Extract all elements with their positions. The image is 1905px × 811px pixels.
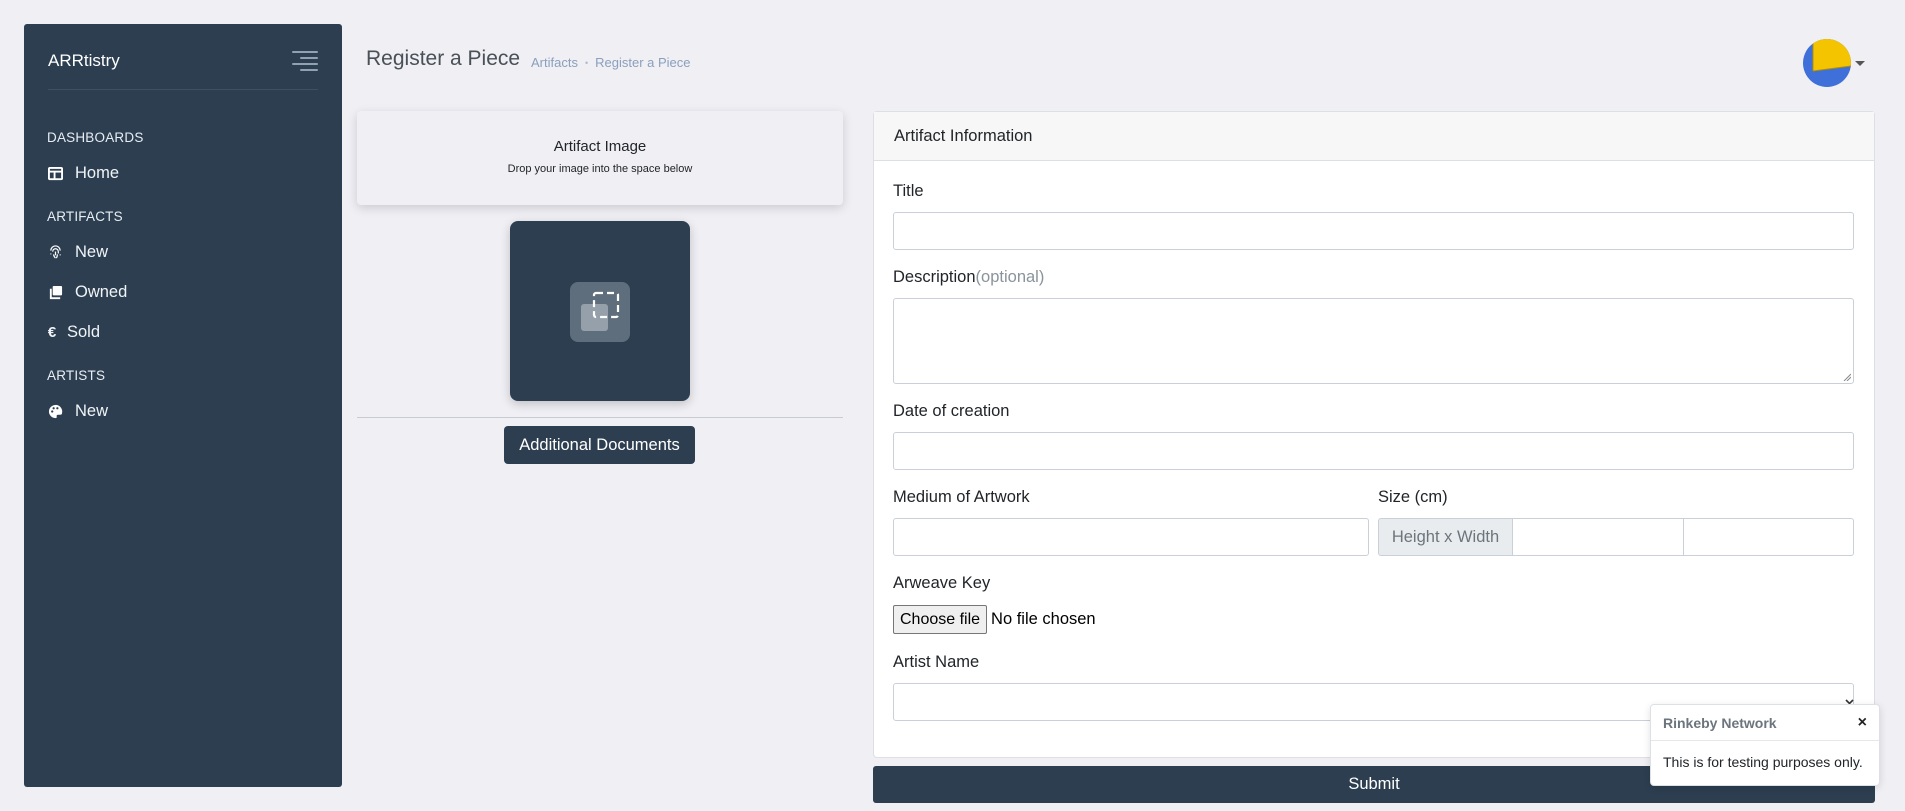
sidebar-item-owned[interactable]: Owned xyxy=(47,283,127,302)
euro-icon: € xyxy=(47,324,57,341)
sidebar-item-sold[interactable]: € Sold xyxy=(47,323,100,342)
title-label: Title xyxy=(893,182,924,200)
brand-logo[interactable]: ARRtistry xyxy=(48,51,120,71)
sidebar-item-label: Sold xyxy=(67,323,101,341)
optional-hint: (optional) xyxy=(975,268,1045,286)
sidebar-item-label: New xyxy=(75,243,109,261)
brand-divider xyxy=(48,89,318,90)
section-heading-artists: ARTISTS xyxy=(47,368,106,383)
divider xyxy=(357,417,843,418)
chevron-down-icon[interactable] xyxy=(1855,60,1865,66)
copy-icon xyxy=(47,285,63,301)
arweave-file-input: Choose file No file chosen xyxy=(893,605,1096,634)
toast-title: Rinkeby Network xyxy=(1663,714,1777,731)
size-addon: Height x Width xyxy=(1378,518,1513,556)
description-label-text: Description xyxy=(893,268,976,286)
width-input[interactable] xyxy=(1683,518,1854,556)
sidebar-item-label: Owned xyxy=(75,283,128,301)
menu-toggle-icon[interactable] xyxy=(292,51,318,71)
medium-input[interactable] xyxy=(893,518,1369,556)
description-textarea[interactable] xyxy=(893,298,1854,384)
card-title: Artifact Information xyxy=(874,112,1874,161)
avatar[interactable] xyxy=(1803,39,1851,87)
choose-file-button[interactable]: Choose file xyxy=(893,605,988,634)
height-input[interactable] xyxy=(1512,518,1684,556)
close-icon[interactable]: × xyxy=(1858,714,1867,731)
file-status: No file chosen xyxy=(991,610,1096,628)
resize-handle-icon[interactable] xyxy=(1843,373,1851,381)
title-input[interactable] xyxy=(893,212,1854,250)
sidebar-item-label: Home xyxy=(75,164,120,182)
breadcrumb-item-artifacts[interactable]: Artifacts xyxy=(531,55,578,70)
artifact-image-subtitle: Drop your image into the space below xyxy=(507,163,693,175)
medium-label: Medium of Artwork xyxy=(893,488,1030,506)
artifact-image-title: Artifact Image xyxy=(553,138,647,155)
sidebar: ARRtistry DASHBOARDS Home ARTIFACTS New … xyxy=(24,24,342,787)
page-title: Register a Piece xyxy=(366,47,521,70)
image-dropzone[interactable] xyxy=(510,221,690,401)
sidebar-item-home[interactable]: Home xyxy=(47,164,119,183)
additional-documents-button[interactable]: Additional Documents xyxy=(504,426,695,464)
artifact-image-card: Artifact Image Drop your image into the … xyxy=(357,111,843,205)
network-toast: Rinkeby Network × This is for testing pu… xyxy=(1650,704,1880,786)
palette-icon xyxy=(47,404,63,420)
size-label: Size (cm) xyxy=(1378,488,1448,506)
section-heading-artifacts: ARTIFACTS xyxy=(47,209,123,224)
breadcrumb-item-current: Register a Piece xyxy=(595,55,691,70)
section-heading-dashboards: DASHBOARDS xyxy=(47,130,144,145)
toast-header: Rinkeby Network × xyxy=(1651,705,1879,741)
artist-name-label: Artist Name xyxy=(893,653,980,671)
user-menu[interactable] xyxy=(1803,39,1865,87)
toast-body: This is for testing purposes only. xyxy=(1663,754,1863,770)
sidebar-item-new-artist[interactable]: New xyxy=(47,402,108,421)
image-upload-icon xyxy=(570,282,630,342)
sidebar-item-label: New xyxy=(75,402,109,420)
breadcrumb: Artifacts • Register a Piece xyxy=(531,55,691,70)
sidebar-item-new-artifact[interactable]: New xyxy=(47,243,108,262)
breadcrumb-separator: • xyxy=(584,57,589,68)
date-label: Date of creation xyxy=(893,402,1010,420)
description-label: Description(optional) xyxy=(893,268,1044,287)
arweave-key-label: Arweave Key xyxy=(893,574,991,592)
date-input[interactable] xyxy=(893,432,1854,470)
fingerprint-icon xyxy=(47,245,63,261)
home-layout-icon xyxy=(47,166,63,182)
